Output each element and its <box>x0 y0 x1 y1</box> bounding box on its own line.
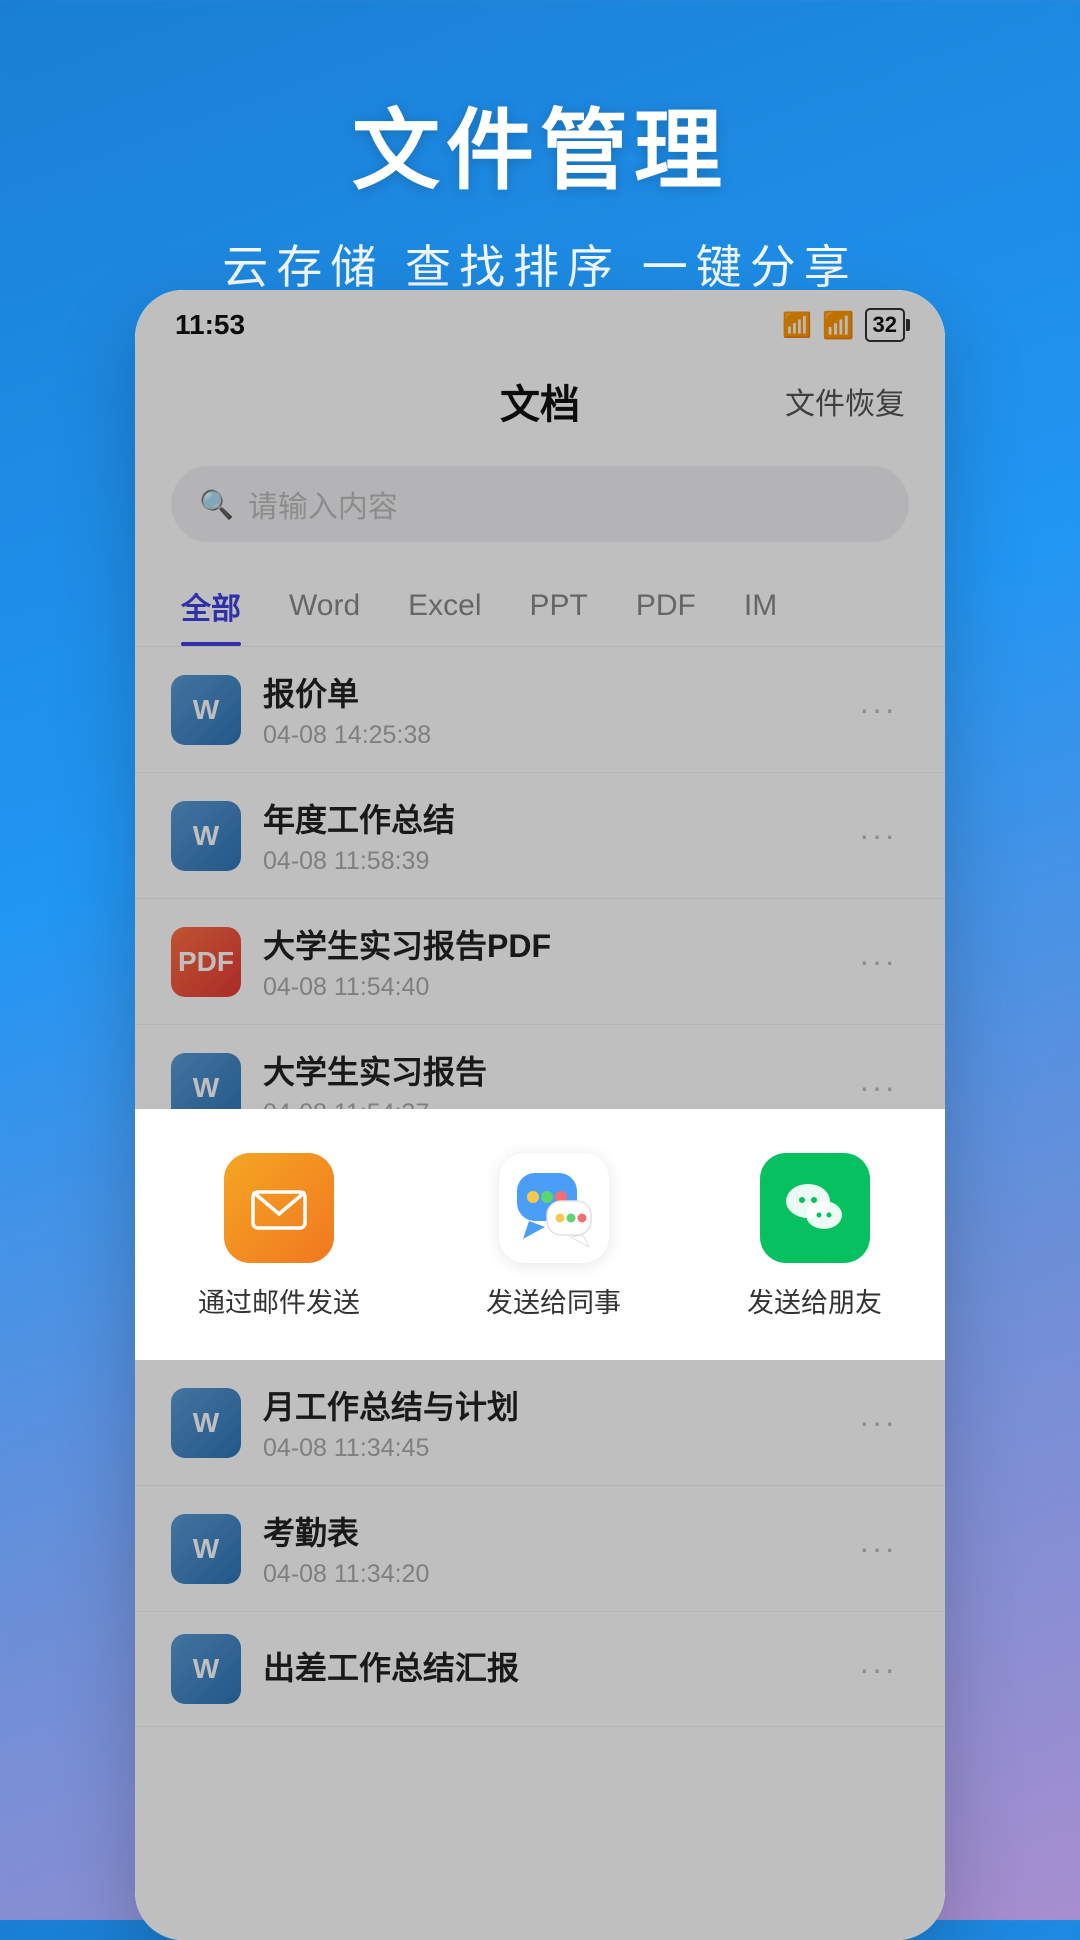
share-item-email[interactable]: 通过邮件发送 <box>198 1153 360 1320</box>
share-item-colleague[interactable]: 发送给同事 <box>486 1153 621 1320</box>
colleague-share-label: 发送给同事 <box>486 1281 621 1320</box>
email-share-label: 通过邮件发送 <box>198 1281 360 1320</box>
email-share-icon <box>224 1153 334 1263</box>
wechat-share-icon <box>760 1153 870 1263</box>
phone-frame: 11:53 📶 📶 32 文档 文件恢复 🔍 请输入内容 全部 Word Exc… <box>135 290 945 1940</box>
app-subtitle: 云存储 查找排序 一键分享 <box>0 231 1080 297</box>
app-main-title: 文件管理 <box>0 80 1080 207</box>
header-section: 文件管理 云存储 查找排序 一键分享 <box>0 0 1080 337</box>
share-overlay[interactable]: 通过邮件发送 <box>135 290 945 1940</box>
share-item-wechat[interactable]: 发送给朋友 <box>747 1153 882 1320</box>
wechat-share-label: 发送给朋友 <box>747 1281 882 1320</box>
share-popup: 通过邮件发送 <box>135 1109 945 1360</box>
colleague-share-icon <box>499 1153 609 1263</box>
